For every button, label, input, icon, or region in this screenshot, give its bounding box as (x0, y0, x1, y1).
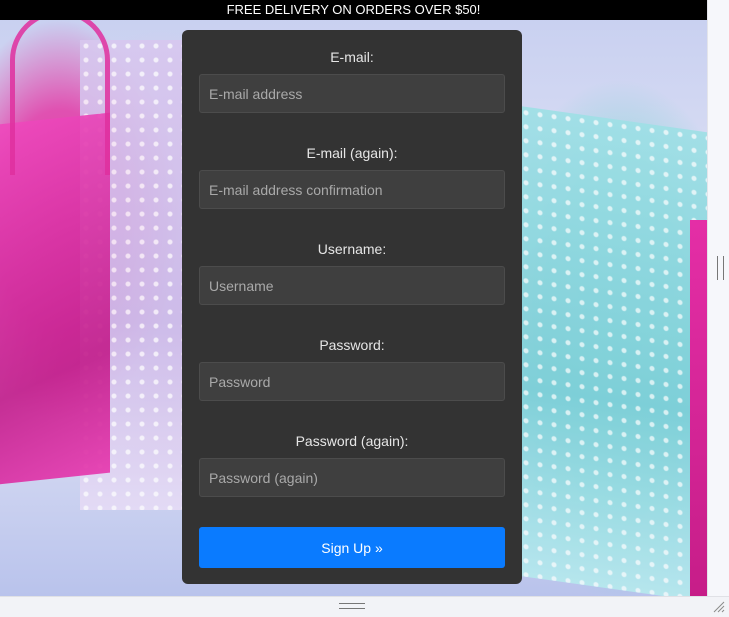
signup-form: E-mail: E-mail (again): Username: Passwo… (182, 30, 522, 584)
password-confirm-input[interactable] (199, 458, 505, 497)
email-input[interactable] (199, 74, 505, 113)
promo-banner: FREE DELIVERY ON ORDERS OVER $50! (0, 0, 707, 20)
shopping-bag-pink-right (690, 220, 707, 596)
shopping-bag-teal (520, 105, 707, 596)
shopping-bag-handle (10, 10, 110, 175)
bottom-bar (0, 596, 729, 617)
page-viewport: FREE DELIVERY ON ORDERS OVER $50! E-mail… (0, 0, 707, 596)
username-label: Username: (317, 241, 387, 257)
password-label: Password: (319, 337, 385, 353)
vertical-resize-grip-icon[interactable] (717, 256, 724, 280)
email-confirm-input[interactable] (199, 170, 505, 209)
username-input[interactable] (199, 266, 505, 305)
email-confirm-label: E-mail (again): (306, 145, 398, 161)
right-scrollbar[interactable] (707, 0, 729, 596)
password-confirm-label: Password (again): (295, 433, 409, 449)
email-label: E-mail: (330, 49, 374, 65)
horizontal-resize-grip-icon[interactable] (339, 603, 365, 609)
corner-resize-icon[interactable] (713, 601, 725, 613)
password-input[interactable] (199, 362, 505, 401)
sign-up-button[interactable]: Sign Up » (199, 527, 505, 568)
